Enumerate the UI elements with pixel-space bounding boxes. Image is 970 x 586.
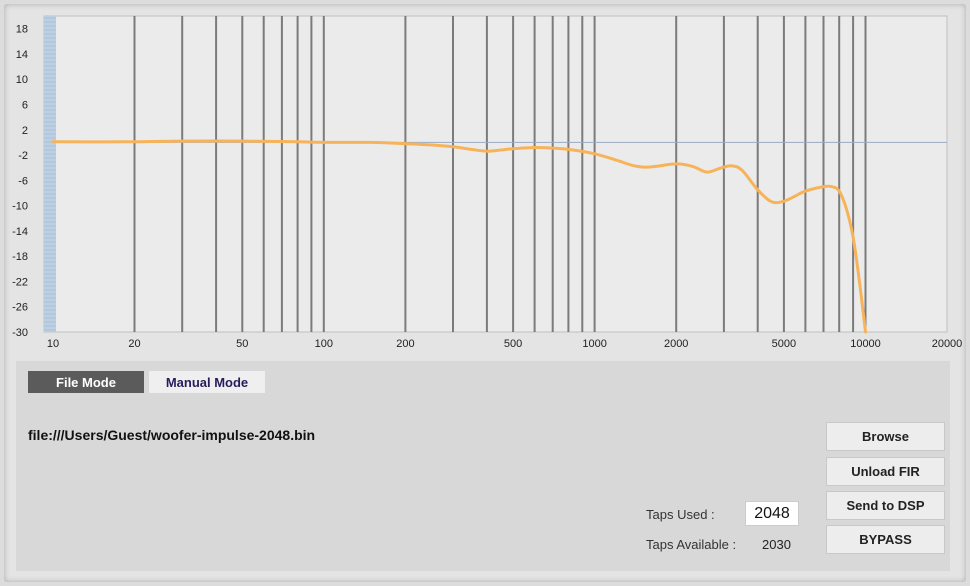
- file-path: file:///Users/Guest/woofer-impulse-2048.…: [28, 427, 316, 443]
- send-to-dsp-button[interactable]: Send to DSP: [826, 491, 945, 520]
- x-tick-label: 10000: [850, 338, 881, 350]
- y-tick-label: 18: [16, 24, 28, 36]
- x-tick-label: 50: [236, 338, 248, 350]
- x-tick-label: 2000: [664, 338, 688, 350]
- y-tick-label: 10: [16, 74, 28, 86]
- x-tick-label: 5000: [772, 338, 796, 350]
- y-tick-label: -2: [18, 150, 28, 162]
- y-tick-label: 6: [22, 100, 28, 112]
- y-tick-label: -10: [12, 201, 28, 213]
- y-tick-label: 2: [22, 125, 28, 137]
- y-tick-label: -30: [12, 327, 28, 339]
- tab-manual-mode[interactable]: Manual Mode: [149, 371, 265, 393]
- x-tick-label: 200: [396, 338, 414, 350]
- y-tick-label: -14: [12, 226, 28, 238]
- unload-fir-button[interactable]: Unload FIR: [826, 457, 945, 486]
- x-tick-label: 1000: [582, 338, 606, 350]
- x-tick-label: 20: [128, 338, 140, 350]
- y-axis-ticks: 18 14 10 6 2 -2 -6 -10 -14 -18 -22 -26 -30: [12, 24, 28, 339]
- taps-used-label: Taps Used :: [646, 507, 715, 522]
- x-tick-label: 10: [47, 338, 59, 350]
- taps-available-label: Taps Available :: [646, 537, 737, 552]
- fir-control-panel: File Mode Manual Mode file:///Users/Gues…: [16, 361, 950, 571]
- y-tick-label: -6: [18, 175, 28, 187]
- taps-available-value: 2030: [762, 537, 791, 552]
- y-tick-label: -26: [12, 302, 28, 314]
- x-tick-label: 100: [315, 338, 333, 350]
- x-axis-ticks: 10 20 50 100 200 500 1000 2000 5000 10000 20000: [47, 338, 962, 350]
- tab-file-mode[interactable]: File Mode: [28, 371, 144, 393]
- y-tick-label: -18: [12, 251, 28, 263]
- plot-area: [43, 15, 948, 333]
- taps-used-field[interactable]: 2048: [745, 501, 799, 526]
- x-tick-label: 500: [504, 338, 522, 350]
- bypass-button[interactable]: BYPASS: [826, 525, 945, 554]
- browse-button[interactable]: Browse: [826, 422, 945, 451]
- x-tick-label: 20000: [932, 338, 963, 350]
- y-tick-label: -22: [12, 276, 28, 288]
- frequency-response-chart: 18 14 10 6 2 -2 -6 -10 -14 -18 -22 -26 -30 10 20 50 100…: [12, 15, 962, 350]
- y-tick-label: 14: [16, 49, 28, 61]
